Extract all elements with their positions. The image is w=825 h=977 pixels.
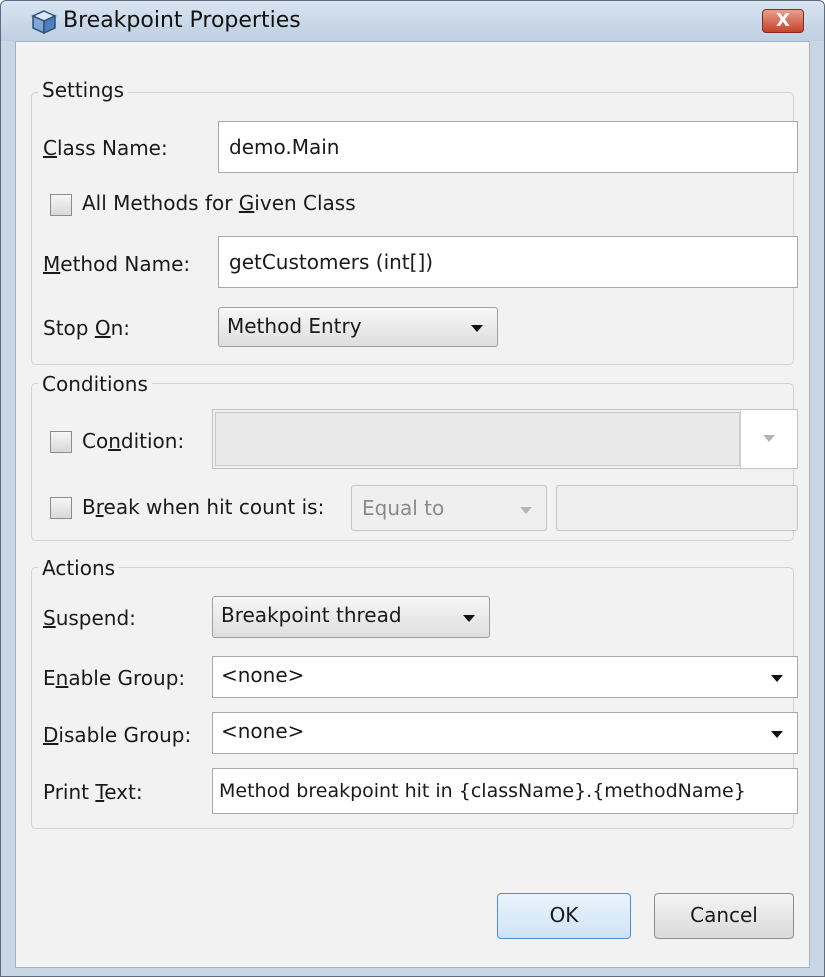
hit-count-operator-dropdown[interactable]: Equal to	[351, 485, 547, 531]
stop-on-value: Method Entry	[227, 314, 362, 338]
close-button[interactable]: X	[762, 9, 804, 33]
chevron-down-icon	[471, 325, 483, 332]
enable-group-dropdown[interactable]: <none>	[212, 656, 798, 698]
cube-icon	[31, 10, 57, 35]
disable-group-value: <none>	[221, 719, 305, 743]
class-name-label: Class Name:	[43, 136, 168, 160]
suspend-label: Suspend:	[43, 606, 136, 630]
condition-label: Condition:	[82, 429, 185, 453]
stop-on-label: Stop On:	[43, 316, 130, 340]
stop-on-dropdown[interactable]: Method Entry	[218, 307, 498, 347]
enable-group-value: <none>	[221, 663, 305, 687]
class-name-field[interactable]: demo.Main	[218, 121, 798, 173]
suspend-value: Breakpoint thread	[221, 603, 402, 627]
all-methods-checkbox[interactable]	[50, 194, 72, 216]
hit-count-label: Break when hit count is:	[82, 495, 325, 519]
close-icon: X	[776, 10, 790, 31]
chevron-down-icon	[520, 507, 532, 514]
chevron-down-icon	[771, 731, 783, 738]
disable-group-label: Disable Group:	[43, 723, 192, 747]
conditions-legend: Conditions	[38, 372, 152, 396]
all-methods-label: All Methods for Given Class	[82, 191, 356, 215]
title-bar[interactable]: Breakpoint Properties X	[1, 1, 824, 41]
cancel-button[interactable]: Cancel	[654, 893, 794, 939]
chevron-down-icon	[763, 435, 775, 442]
chevron-down-icon	[771, 675, 783, 682]
condition-combo[interactable]	[212, 409, 798, 469]
ok-button[interactable]: OK	[497, 893, 631, 939]
method-name-label: Method Name:	[43, 252, 191, 276]
hit-count-value-field[interactable]	[556, 485, 798, 531]
suspend-dropdown[interactable]: Breakpoint thread	[212, 596, 490, 638]
window-title: Breakpoint Properties	[63, 8, 301, 33]
method-name-field[interactable]: getCustomers (int[])	[218, 236, 798, 288]
actions-legend: Actions	[38, 556, 120, 580]
hit-count-checkbox[interactable]	[50, 497, 72, 519]
breakpoint-properties-dialog: Breakpoint Properties X Settings Class N…	[0, 0, 825, 977]
disable-group-dropdown[interactable]: <none>	[212, 712, 798, 754]
print-text-field[interactable]: Method breakpoint hit in {className}.{me…	[212, 768, 798, 814]
condition-dropdown-button[interactable]	[740, 410, 797, 468]
chevron-down-icon	[463, 615, 475, 622]
print-text-label: Print Text:	[43, 780, 143, 804]
enable-group-label: Enable Group:	[43, 666, 186, 690]
dialog-content: Settings Class Name: demo.Main All Metho…	[15, 41, 810, 968]
settings-legend: Settings	[38, 78, 129, 102]
condition-input[interactable]	[215, 412, 740, 466]
hit-count-operator-value: Equal to	[362, 496, 445, 520]
condition-checkbox[interactable]	[50, 431, 72, 453]
